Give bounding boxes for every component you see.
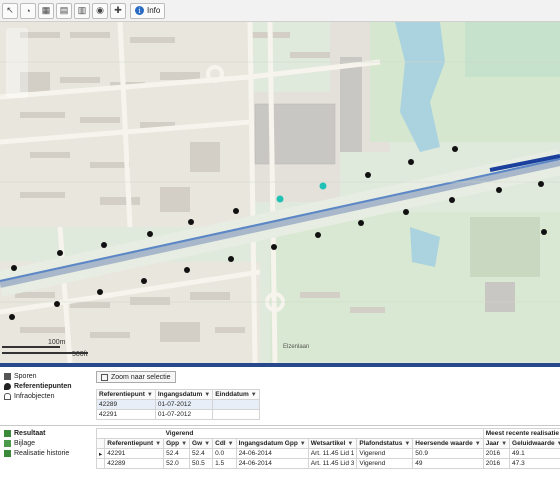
filter-icon[interactable]: ▼ [228, 441, 234, 447]
filter-icon[interactable]: ▼ [557, 441, 560, 447]
scale-label-feet: 500ft [72, 351, 88, 358]
col-jaar[interactable]: Jaar ▼ [482, 438, 511, 449]
grid-icon[interactable]: ▥ [74, 2, 90, 19]
table-row[interactable]: 42291 01-07-2012 [96, 409, 260, 420]
col-referentiepunt[interactable]: Referentiepunt ▼ [104, 438, 165, 449]
filter-icon[interactable]: ▼ [155, 441, 161, 447]
layers-icon[interactable]: ▦ [38, 2, 54, 19]
left-nav: Sporen Referentiepunten Infraobjecten Re… [0, 367, 94, 485]
train-icon [4, 372, 11, 380]
col-cdl[interactable]: Cdl ▼ [212, 438, 237, 449]
info-icon: i [135, 6, 144, 15]
result-nav: Resultaat Bijlage Realisatie historie [0, 428, 94, 458]
zoom-icon [101, 373, 108, 381]
info-button[interactable]: i Info [130, 2, 166, 19]
col-ingangsdatum-gpp[interactable]: Ingangsdatum Gpp ▼ [235, 438, 309, 449]
map-canvas [0, 22, 560, 363]
nav-item-infraobjecten[interactable]: Infraobjecten [0, 391, 94, 401]
col-plafondstatus[interactable]: Plafondstatus ▼ [356, 438, 414, 449]
filter-icon[interactable]: ▼ [501, 441, 507, 447]
table-row[interactable]: 42289 52.0 50.5 1.5 24-06-2014 Art. 11.4… [95, 458, 560, 469]
legend-icon[interactable]: ◉ [92, 2, 108, 19]
col-wetsartikel[interactable]: Wetsartikel ▼ [307, 438, 358, 449]
filter-icon[interactable]: ▼ [204, 392, 210, 398]
filter-icon[interactable]: ▼ [251, 392, 257, 398]
pin-icon [4, 382, 11, 390]
group-header-vigerend: Vigerend [163, 428, 484, 439]
row-indicator-icon: ▸ [95, 448, 106, 459]
col-gw[interactable]: Gw ▼ [189, 438, 214, 449]
zoom-to-selection-button[interactable]: Zoom naar selectie [96, 371, 176, 383]
nav-item-sporen[interactable]: Sporen [0, 371, 94, 381]
filter-icon[interactable]: ▼ [181, 441, 187, 447]
filter-icon[interactable]: ▼ [300, 441, 306, 447]
info-label: Info [147, 6, 161, 15]
bottom-panel: Sporen Referentiepunten Infraobjecten Re… [0, 367, 560, 485]
group-header-meest-recent: Meest recente realisatie [482, 428, 560, 439]
col-referentiepunt[interactable]: Referentiepunt ▼ [96, 389, 156, 400]
nav-item-referentiepunten[interactable]: Referentiepunten [0, 381, 94, 391]
select-tool-icon[interactable]: ◔ [20, 2, 36, 19]
filter-icon[interactable]: ▼ [147, 392, 153, 398]
object-icon [4, 392, 11, 400]
attachment-icon [4, 439, 11, 447]
nav-item-bijlage[interactable]: Bijlage [0, 438, 94, 448]
street-label: Elzenlaan [283, 344, 310, 350]
table-icon[interactable]: ▤ [56, 2, 72, 19]
map-toolbar: ↖ ◔ ▦ ▤ ▥ ◉ ✚ i Info [0, 0, 560, 22]
filter-icon[interactable]: ▼ [475, 441, 481, 447]
history-icon [4, 449, 11, 457]
result-table: Vigerend Meest recente realisatie Refere… [95, 428, 560, 469]
nav-item-resultaat[interactable]: Resultaat [0, 428, 94, 438]
col-heersende-waarde[interactable]: Heersende waarde ▼ [412, 438, 484, 449]
col-gpp[interactable]: Gpp ▼ [163, 438, 191, 449]
filter-icon[interactable]: ▼ [347, 441, 353, 447]
table-row[interactable]: ▸ 42291 52.4 52.4 0.0 24-06-2014 Art. 11… [95, 448, 560, 459]
result-icon [4, 429, 11, 437]
scale-label-meters: 100m [48, 339, 66, 346]
map-zoom-control[interactable] [6, 28, 28, 98]
measure-icon[interactable]: ✚ [110, 2, 126, 19]
nav-item-realisatie-historie[interactable]: Realisatie historie [0, 448, 94, 458]
referentiepunt-table: Referentiepunt ▼ Ingangsdatum ▼ Einddatum ▼… [96, 389, 260, 420]
table-row[interactable]: 42289 01-07-2012 [96, 399, 260, 410]
col-ingangsdatum[interactable]: Ingangsdatum ▼ [154, 389, 214, 400]
filter-icon[interactable]: ▼ [404, 441, 410, 447]
col-geluidwaarde[interactable]: Geluidwaarde ▼ [509, 438, 560, 449]
section-divider[interactable] [0, 425, 560, 426]
pointer-tool-icon[interactable]: ↖ [2, 2, 18, 19]
map-view[interactable]: 100m 500ft Elzenlaan [0, 22, 560, 363]
filter-icon[interactable]: ▼ [204, 441, 210, 447]
col-einddatum[interactable]: Einddatum ▼ [212, 389, 260, 400]
